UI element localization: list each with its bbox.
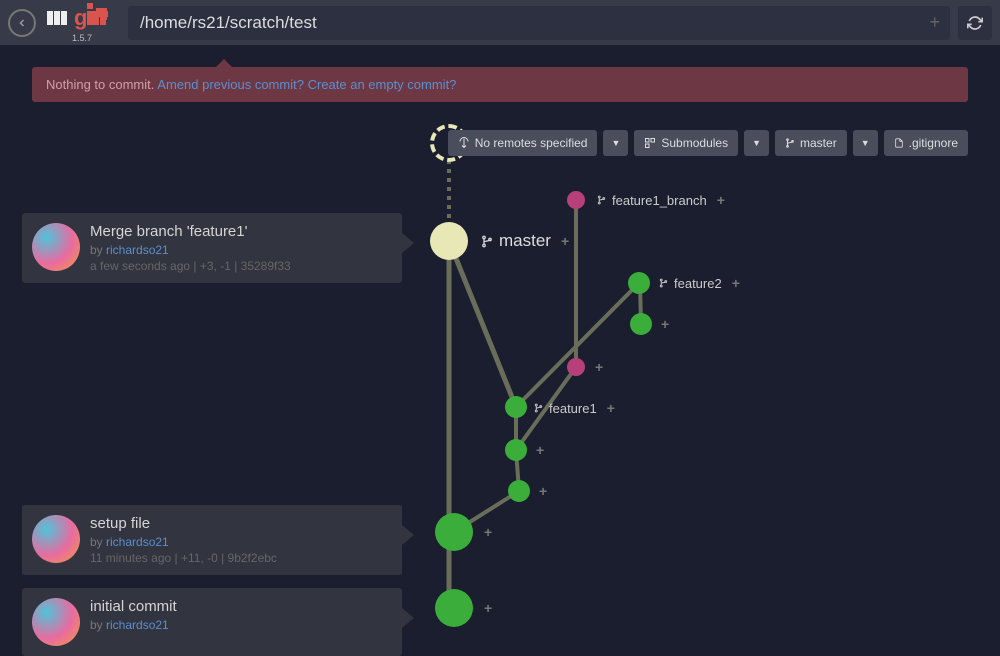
author-link[interactable]: richardso21 (106, 618, 169, 632)
empty-commit-link[interactable]: Create an empty commit? (308, 77, 457, 92)
branch-tag-feature1[interactable]: feature1 + (534, 400, 619, 416)
commit-meta: 11 minutes ago | +11, -0 | 9b2f2ebc (90, 551, 277, 565)
svg-text:g: g (74, 5, 87, 30)
back-button[interactable] (8, 9, 36, 37)
commit-author-line: by richardso21 (90, 243, 291, 257)
commit-message: initial commit (90, 598, 177, 615)
repo-toolbar: No remotes specified ▼ Submodules ▼ mast… (448, 130, 968, 156)
commit-graph: master + feature1_branch + feature2 + + … (0, 100, 1000, 620)
commit-node[interactable] (505, 439, 527, 461)
plus-icon[interactable]: + (480, 524, 496, 540)
plus-icon[interactable]: + (591, 359, 607, 375)
commit-node[interactable] (567, 358, 585, 376)
plus-icon[interactable]: + (713, 192, 729, 208)
plus-icon[interactable]: + (532, 442, 548, 458)
branch-tag-master[interactable]: master + (481, 231, 573, 251)
add-path-button[interactable]: + (929, 12, 940, 33)
remotes-button[interactable]: No remotes specified (448, 130, 598, 156)
remotes-label: No remotes specified (475, 136, 588, 150)
commit-node[interactable] (567, 191, 585, 209)
commit-card[interactable]: Merge branch 'feature1' by richardso21 a… (22, 213, 402, 283)
notif-text: Nothing to commit. (46, 77, 157, 92)
commit-notification: Nothing to commit. Amend previous commit… (32, 67, 968, 102)
commit-node[interactable] (505, 396, 527, 418)
remotes-dropdown[interactable]: ▼ (603, 130, 628, 156)
commit-node-head[interactable] (430, 222, 468, 260)
avatar (32, 598, 80, 646)
commit-node[interactable] (630, 313, 652, 335)
plus-icon[interactable]: + (657, 316, 673, 332)
submodules-label: Submodules (661, 136, 728, 150)
plus-icon[interactable]: + (535, 483, 551, 499)
submodules-dropdown[interactable]: ▼ (744, 130, 769, 156)
branch-label: master (800, 136, 837, 150)
app-logo[interactable]: g 1.5.7 (46, 3, 118, 43)
commit-card[interactable]: initial commit by richardso21 (22, 588, 402, 656)
commit-node[interactable] (435, 513, 473, 551)
submodules-button[interactable]: Submodules (634, 130, 738, 156)
commit-author-line: by richardso21 (90, 618, 177, 632)
plus-icon[interactable]: + (480, 600, 496, 616)
commit-node[interactable] (435, 589, 473, 627)
plus-icon[interactable]: + (728, 275, 744, 291)
commit-node[interactable] (628, 272, 650, 294)
repo-path: /home/rs21/scratch/test (140, 13, 317, 33)
branch-tag-feature1_branch[interactable]: feature1_branch + (597, 192, 729, 208)
notif-arrow (216, 59, 232, 67)
branch-button[interactable]: master (775, 130, 847, 156)
app-version: 1.5.7 (72, 33, 92, 43)
commit-node[interactable] (508, 480, 530, 502)
amend-link[interactable]: Amend previous commit? (157, 77, 304, 92)
branch-dropdown[interactable]: ▼ (853, 130, 878, 156)
commit-meta: a few seconds ago | +3, -1 | 35289f33 (90, 259, 291, 273)
repo-path-bar[interactable]: /home/rs21/scratch/test + (128, 6, 950, 40)
plus-icon[interactable]: + (557, 233, 573, 249)
author-link[interactable]: richardso21 (106, 535, 169, 549)
plus-icon[interactable]: + (603, 400, 619, 416)
gitignore-label: .gitignore (909, 136, 958, 150)
topbar: g 1.5.7 /home/rs21/scratch/test + (0, 0, 1000, 45)
gitignore-button[interactable]: .gitignore (884, 130, 968, 156)
avatar (32, 223, 80, 271)
avatar (32, 515, 80, 563)
commit-author-line: by richardso21 (90, 535, 277, 549)
commit-card[interactable]: setup file by richardso21 11 minutes ago… (22, 505, 402, 575)
commit-message: Merge branch 'feature1' (90, 223, 291, 240)
author-link[interactable]: richardso21 (106, 243, 169, 257)
branch-tag-feature2[interactable]: feature2 + (659, 275, 744, 291)
commit-message: setup file (90, 515, 277, 532)
refresh-button[interactable] (958, 6, 992, 40)
